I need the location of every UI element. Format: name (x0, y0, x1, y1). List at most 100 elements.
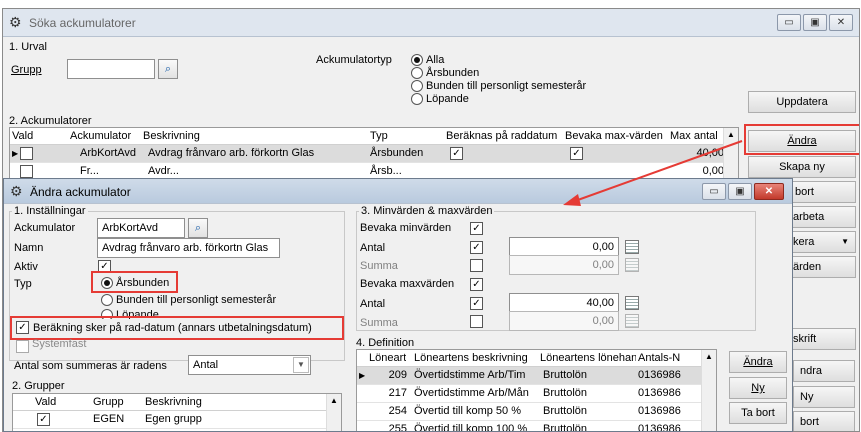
row-typ: Årsbunden (370, 147, 424, 159)
min-summa-input[interactable]: 0,00 (509, 255, 619, 275)
andra-button[interactable]: Ändra (748, 130, 856, 152)
minmax-title: 3. Minvärden & maxvärden (359, 205, 495, 217)
max-summa-checkbox[interactable] (470, 315, 483, 328)
row-vald-checkbox[interactable] (20, 147, 33, 160)
def-nr: 209 (388, 369, 407, 381)
dialog-minimize-button[interactable]: ▭ (702, 183, 726, 200)
markera-label: kera (793, 236, 815, 248)
min-antal-checkbox[interactable]: ✓ (470, 241, 483, 254)
col-ackumulator: Ackumulator (70, 130, 132, 142)
grupp-ta-bort-button[interactable]: bort (793, 411, 855, 431)
grupper-col-beskrivning: Beskrivning (145, 396, 202, 408)
dialog-typ-radio-bunden[interactable] (101, 294, 113, 306)
typ-option-arsbunden: Årsbunden (426, 67, 480, 79)
def-col-lonehantering: Löneartens lönehantering (540, 352, 636, 364)
table-row[interactable]: 217 Övertidstimme Arb/Mån Bruttolön 0136… (357, 385, 716, 403)
search-icon: ⌕ (194, 222, 202, 234)
typ-radio-arsbunden[interactable] (411, 67, 423, 79)
systemfast-checkbox[interactable] (16, 340, 29, 353)
bevaka-max-checkbox[interactable]: ✓ (470, 278, 483, 291)
def-nr: 254 (388, 405, 407, 417)
col-bevaka: Bevaka max-värden (565, 130, 663, 142)
app-icon: ⚙ (9, 14, 22, 30)
systemfast-label: Systemfast (32, 338, 87, 350)
table-row[interactable]: ▶ ArbKortAvd Avdrag frånvaro arb. förkor… (10, 145, 738, 163)
antal-summeras-value: Antal (193, 359, 219, 371)
def-andra-button[interactable]: Ändra (729, 351, 787, 373)
calendar-icon[interactable] (625, 258, 639, 272)
min-antal-input[interactable]: 0,00 (509, 237, 619, 257)
row-ackumulator: ArbKortAvd (80, 147, 137, 159)
table-row[interactable]: ✓ EGEN Egen grupp (13, 411, 341, 429)
bevaka-min-checkbox[interactable]: ✓ (470, 222, 483, 235)
row-beskrivning: Avdrag frånvaro arb. förkortn Glas (148, 147, 315, 159)
dialog-maximize-button[interactable]: ▣ (728, 183, 752, 200)
uppdatera-button[interactable]: Uppdatera (748, 91, 856, 113)
grupp-ny-button[interactable]: Ny (793, 386, 855, 408)
grupper-beskrivning: Egen grupp (145, 413, 202, 425)
def-ta-bort-button[interactable]: Ta bort (729, 402, 787, 424)
def-an: 0136986 (638, 387, 681, 399)
row-bevaka-checkbox[interactable]: ✓ (570, 147, 583, 160)
berakning-checkbox[interactable]: ✓ (16, 321, 29, 334)
calendar-icon[interactable] (625, 240, 639, 254)
typ-radio-lopande[interactable] (411, 93, 423, 105)
def-col-beskrivning: Löneartens beskrivning (414, 352, 528, 364)
grupp-andra-button[interactable]: ndra (793, 360, 855, 382)
table-row[interactable]: 254 Övertid till komp 50 % Bruttolön 013… (357, 403, 716, 421)
table-row[interactable]: 255 Övertid till komp 100 % Bruttolön 01… (357, 421, 716, 431)
definition-scrollbar[interactable]: ▲ (701, 350, 716, 431)
typ-radio-bunden[interactable] (411, 80, 423, 92)
def-lh: Bruttolön (543, 369, 588, 381)
definition-grid-header: Löneart Löneartens beskrivning Lönearten… (357, 350, 716, 367)
dialog-typ-arsbunden: Årsbunden (116, 277, 170, 289)
col-raddatum: Beräknas på raddatum (446, 130, 558, 142)
def-besk: Övertidstimme Arb/Tim (414, 369, 526, 381)
def-lh: Bruttolön (543, 405, 588, 417)
ackumulatorer-section-title: 2. Ackumulatorer (9, 115, 92, 127)
dialog-typ-radio-arsbunden[interactable] (101, 277, 113, 289)
ackumulator-search-button[interactable]: ⌕ (188, 218, 208, 238)
def-col-antals: Antals-N (638, 352, 681, 364)
typ-option-bunden: Bunden till personligt semesterår (426, 80, 587, 92)
urval-section-title: 1. Urval (9, 41, 47, 53)
dialog-close-button[interactable]: ✕ (754, 183, 784, 200)
maximize-button[interactable]: ▣ (803, 14, 827, 31)
dropdown-arrow-icon: ▼ (841, 237, 849, 246)
berakning-label: Beräkning sker på rad-datum (annars utbe… (33, 322, 312, 334)
row-max-antal: 40,00 (696, 147, 724, 159)
max-summa-label: Summa (360, 317, 398, 329)
accumulators-grid-header: Vald Ackumulator Beskrivning Typ Beräkna… (10, 128, 738, 145)
min-antal-label: Antal (360, 242, 386, 254)
aktiv-checkbox[interactable]: ✓ (98, 260, 111, 273)
berakning-row: ✓ Beräkning sker på rad-datum (annars ut… (13, 319, 341, 337)
def-besk: Övertid till komp 50 % (414, 405, 521, 417)
row-vald-checkbox[interactable] (20, 165, 33, 178)
calendar-icon[interactable] (625, 296, 639, 310)
def-col-loneart: Löneart (369, 352, 407, 364)
def-ny-button[interactable]: Ny (729, 377, 787, 399)
table-row[interactable]: ▶ 209 Övertidstimme Arb/Tim Bruttolön 01… (357, 367, 716, 385)
max-antal-input[interactable]: 40,00 (509, 293, 619, 313)
grupper-scrollbar[interactable]: ▲ (326, 394, 341, 431)
max-summa-input[interactable]: 0,00 (509, 311, 619, 331)
row-raddatum-checkbox[interactable]: ✓ (450, 147, 463, 160)
grupper-grupp: EGEN (93, 413, 125, 425)
typ-radio-alla[interactable] (411, 54, 423, 66)
typ-label: Typ (14, 278, 32, 290)
ackumulator-input[interactable]: ArbKortAvd (97, 218, 185, 238)
antal-summeras-select[interactable]: Antal ▼ (188, 355, 311, 375)
grupp-input[interactable] (67, 59, 155, 79)
grupper-vald-checkbox[interactable]: ✓ (37, 413, 50, 426)
row-pointer-icon: ▶ (359, 371, 366, 380)
close-button[interactable]: ✕ (829, 14, 853, 31)
minimize-button[interactable]: ▭ (777, 14, 801, 31)
calendar-icon[interactable] (625, 314, 639, 328)
col-beskrivning: Beskrivning (143, 130, 200, 142)
namn-input[interactable]: Avdrag frånvaro arb. förkortn Glas (97, 238, 280, 258)
skapa-ny-button[interactable]: Skapa ny (748, 156, 856, 178)
max-antal-checkbox[interactable]: ✓ (470, 297, 483, 310)
grupp-search-button[interactable]: ⌕ (158, 59, 178, 79)
min-summa-checkbox[interactable] (470, 259, 483, 272)
chevron-down-icon: ▼ (293, 357, 309, 373)
